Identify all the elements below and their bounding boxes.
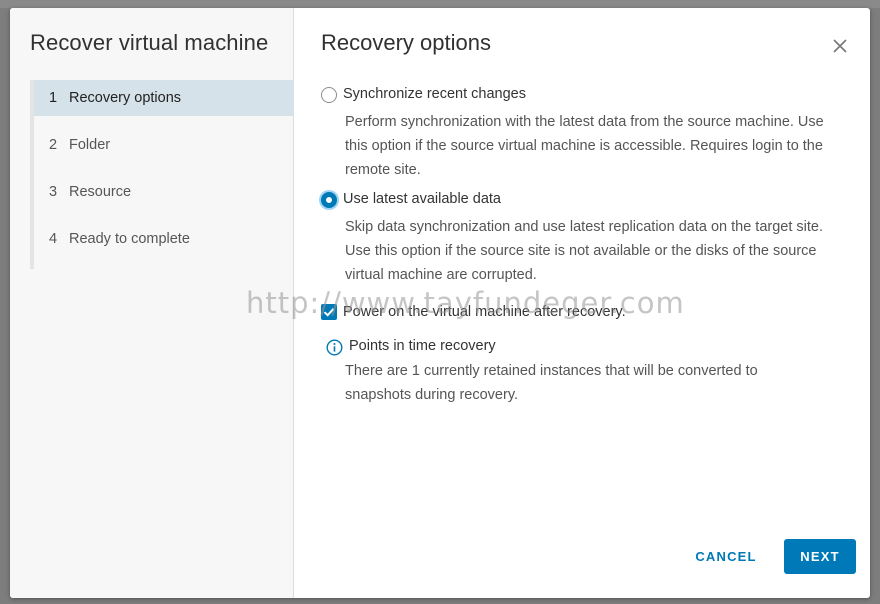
step-resource[interactable]: 3 Resource: [34, 174, 294, 210]
recover-vm-dialog: Recover virtual machine 1 Recovery optio…: [10, 8, 870, 598]
wizard-sidebar: Recover virtual machine 1 Recovery optio…: [10, 8, 294, 598]
backdrop: [0, 0, 880, 8]
option-label: Use latest available data: [343, 191, 501, 207]
latest-data-radio[interactable]: [321, 192, 337, 208]
step-ready-to-complete[interactable]: 4 Ready to complete: [34, 221, 294, 257]
option-synchronize[interactable]: Synchronize recent changes Perform synch…: [321, 86, 841, 178]
option-latest-data[interactable]: Use latest available data Skip data sync…: [321, 191, 841, 283]
info-icon: [326, 339, 343, 356]
step-number: 2: [49, 137, 58, 153]
page-title: Recovery options: [321, 30, 491, 55]
power-on-checkbox[interactable]: [321, 304, 337, 320]
option-label: Synchronize recent changes: [343, 86, 526, 102]
step-number: 4: [49, 231, 58, 247]
step-label: Recovery options: [69, 90, 182, 106]
next-button[interactable]: NEXT: [784, 539, 856, 574]
step-label: Resource: [69, 184, 132, 200]
power-on-label[interactable]: Power on the virtual machine after recov…: [343, 304, 626, 320]
wizard-steps: 1 Recovery options 2 Folder 3 Resource 4…: [30, 80, 294, 269]
info-title: Points in time recovery: [349, 338, 496, 354]
wizard-title: Recover virtual machine: [30, 30, 269, 55]
step-recovery-options[interactable]: 1 Recovery options: [34, 80, 294, 116]
step-folder[interactable]: 2 Folder: [34, 127, 294, 163]
option-description: Skip data synchronization and use latest…: [345, 219, 823, 283]
option-description: Perform synchronization with the latest …: [345, 114, 824, 178]
step-label: Folder: [69, 137, 111, 153]
info-text: There are 1 currently retained instances…: [345, 363, 758, 403]
check-icon: [323, 308, 335, 317]
step-label: Ready to complete: [69, 231, 190, 247]
wizard-content: Recovery options Synchronize recent chan…: [294, 8, 870, 598]
cancel-button[interactable]: CANCEL: [695, 541, 756, 571]
step-number: 1: [49, 90, 58, 106]
close-icon[interactable]: [832, 38, 848, 54]
step-number: 3: [49, 184, 58, 200]
sync-radio[interactable]: [321, 87, 337, 103]
